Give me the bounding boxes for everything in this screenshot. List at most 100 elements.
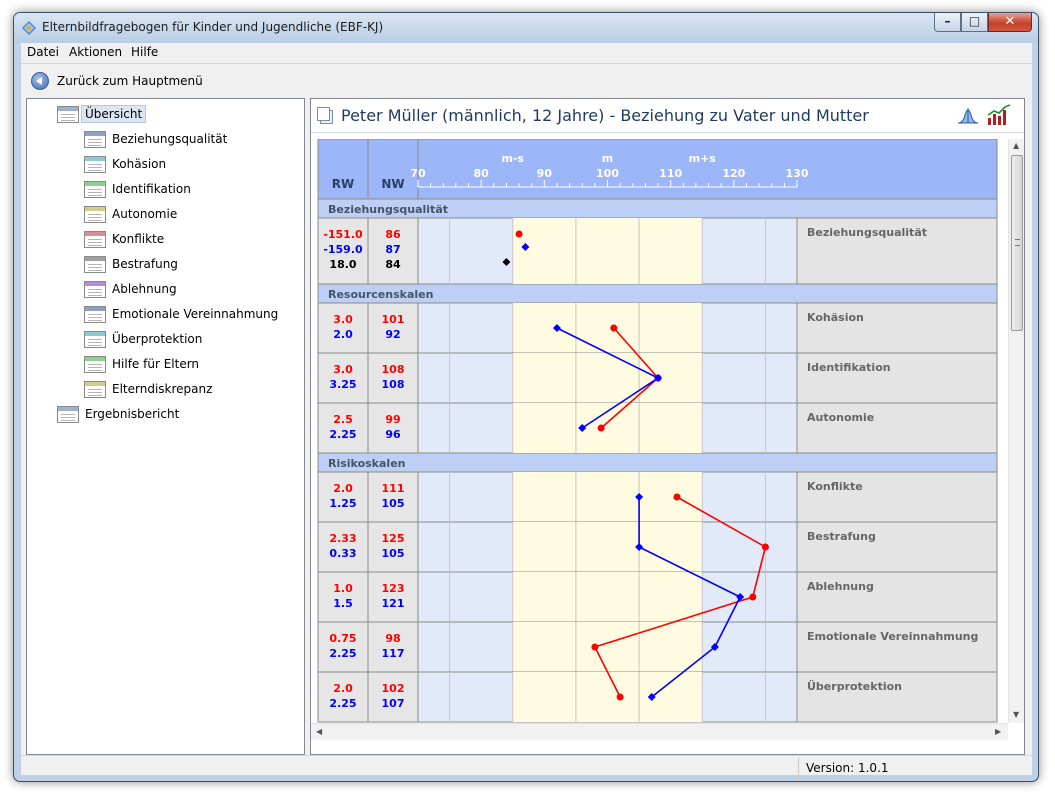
status-divider: [798, 758, 799, 781]
axis-tick-label: 110: [659, 167, 682, 180]
bar-chart-icon[interactable]: [987, 104, 1011, 126]
norm-value: 108: [382, 363, 405, 376]
vater-point: [591, 643, 599, 651]
table-icon: [84, 280, 106, 298]
table-icon: [84, 355, 106, 373]
raw-value: 2.25: [329, 428, 356, 441]
normal-distribution-icon[interactable]: [957, 106, 979, 124]
raw-value: 1.0: [333, 582, 353, 595]
scroll-down-arrow-icon[interactable]: ▼: [1013, 710, 1019, 719]
tree-item-emotionale-vereinnahmung[interactable]: Emotionale Vereinnahmung: [84, 304, 282, 324]
profile-title: Peter Müller (männlich, 12 Jahre) - Bezi…: [341, 106, 869, 125]
vater-point: [610, 324, 618, 332]
axis-tick-label: 120: [722, 167, 745, 180]
axis-tick-label: 100: [596, 167, 619, 180]
maximize-button[interactable]: □: [961, 13, 988, 32]
norm-value: 121: [382, 597, 405, 610]
back-to-main-menu-button[interactable]: Zurück zum Hauptmenü: [31, 70, 203, 92]
app-icon: [22, 21, 36, 35]
axis-tick-label: 70: [410, 167, 426, 180]
norm-value: 92: [385, 328, 400, 341]
scale-label: Überprotektion: [807, 679, 902, 693]
axis-tick-label: 90: [537, 167, 553, 180]
horizontal-scrollbar[interactable]: ◀ ▶: [311, 723, 1008, 740]
norm-band: [512, 218, 703, 284]
tree-item-hilfe-fuer-eltern[interactable]: Hilfe für Eltern: [84, 354, 203, 374]
norm-value: 84: [385, 258, 401, 271]
axis-tick-label: 130: [786, 167, 809, 180]
tree-item-label: Ablehnung: [112, 282, 177, 296]
tree-item-label: Beziehungsqualität: [112, 132, 228, 146]
scale-label: Kohäsion: [807, 311, 864, 324]
norm-value: 117: [382, 647, 405, 660]
table-icon: [84, 130, 106, 148]
tree-item-bestrafung[interactable]: Bestrafung: [84, 254, 182, 274]
tree-item-label: Konflikte: [112, 232, 165, 246]
raw-value: 1.25: [329, 497, 356, 510]
vater-point: [616, 693, 624, 701]
section-title: Beziehungsqualität: [328, 203, 448, 216]
scroll-up-arrow-icon[interactable]: ▲: [1013, 141, 1019, 150]
norm-value: 107: [382, 697, 405, 710]
minimize-button[interactable]: –: [934, 13, 961, 32]
scale-label: Bestrafung: [807, 530, 876, 543]
raw-value: 18.0: [329, 258, 356, 271]
section-title: Resourcenskalen: [328, 288, 433, 301]
tree-item-autonomie[interactable]: Autonomie: [84, 204, 181, 224]
vater-point: [749, 593, 757, 601]
client-area: Datei Aktionen Hilfe Zurück zum Hauptmen…: [21, 43, 1032, 781]
table-icon: [84, 380, 106, 398]
table-icon: [84, 205, 106, 223]
menu-hilfe[interactable]: Hilfe: [131, 45, 158, 59]
norm-band: [512, 622, 703, 672]
menu-bar: Datei Aktionen Hilfe: [21, 43, 1032, 63]
tree-item-uebersicht[interactable]: Übersicht: [57, 104, 147, 124]
menu-aktionen[interactable]: Aktionen: [69, 45, 122, 59]
tree-item-konflikte[interactable]: Konflikte: [84, 229, 168, 249]
title-bar[interactable]: Elternbildfragebogen für Kinder und Juge…: [14, 13, 1038, 43]
close-button[interactable]: ✕: [988, 13, 1032, 32]
table-icon: [84, 180, 106, 198]
tree-item-ueberprotektion[interactable]: Überprotektion: [84, 329, 206, 349]
section-title: Risikoskalen: [328, 457, 405, 470]
profile-panel: Peter Müller (männlich, 12 Jahre) - Bezi…: [310, 98, 1025, 755]
band-label-m-plus-s: m+s: [689, 152, 717, 165]
tree-item-ablehnung[interactable]: Ablehnung: [84, 279, 181, 299]
raw-value: 2.25: [329, 647, 356, 660]
norm-value: 99: [385, 413, 400, 426]
navigation-tree: Übersicht Beziehungsqualität Kohäsion Ident…: [26, 98, 305, 755]
tree-item-elterndiskrepanz[interactable]: Elterndiskrepanz: [84, 379, 216, 399]
table-icon: [84, 230, 106, 248]
table-icon: [84, 155, 106, 173]
norm-value: 108: [382, 378, 405, 391]
vater-point: [673, 493, 681, 501]
tree-item-kohaesion[interactable]: Kohäsion: [84, 154, 170, 174]
scroll-left-arrow-icon[interactable]: ◀: [316, 727, 322, 736]
menu-datei[interactable]: Datei: [27, 45, 59, 59]
tree-item-identifikation[interactable]: Identifikation: [84, 179, 195, 199]
table-icon: [84, 305, 106, 323]
tree-item-label: Ergebnisbericht: [85, 407, 180, 421]
report-icon: [57, 405, 79, 423]
window-title: Elternbildfragebogen für Kinder und Juge…: [42, 20, 384, 34]
vertical-scroll-thumb[interactable]: [1011, 155, 1023, 331]
norm-value: 123: [382, 582, 405, 595]
norm-value: 87: [385, 243, 400, 256]
menu-divider: [21, 63, 1032, 64]
close-icon: ✕: [1004, 14, 1016, 29]
tree-item-ergebnisbericht[interactable]: Ergebnisbericht: [57, 404, 183, 424]
norm-band: [512, 353, 703, 403]
raw-value: 0.75: [329, 632, 356, 645]
vater-point: [597, 424, 605, 432]
scroll-right-arrow-icon[interactable]: ▶: [995, 727, 1001, 736]
tree-item-label: Bestrafung: [112, 257, 178, 271]
profile-chart: RW NW m-s m m+s 70 80 90 100 110 120 130 Beziehungsq…: [317, 139, 998, 723]
tree-item-beziehungsqualitaet[interactable]: Beziehungsqualität: [84, 129, 231, 149]
vater-point: [515, 230, 523, 238]
status-bar: Version: 1.0.1: [21, 755, 1032, 781]
raw-value: 0.33: [329, 547, 356, 560]
vertical-scrollbar[interactable]: ▲ ▼: [1008, 139, 1024, 723]
raw-value: -159.0: [323, 243, 363, 256]
norm-value: 98: [385, 632, 400, 645]
back-button-label: Zurück zum Hauptmenü: [57, 74, 203, 88]
